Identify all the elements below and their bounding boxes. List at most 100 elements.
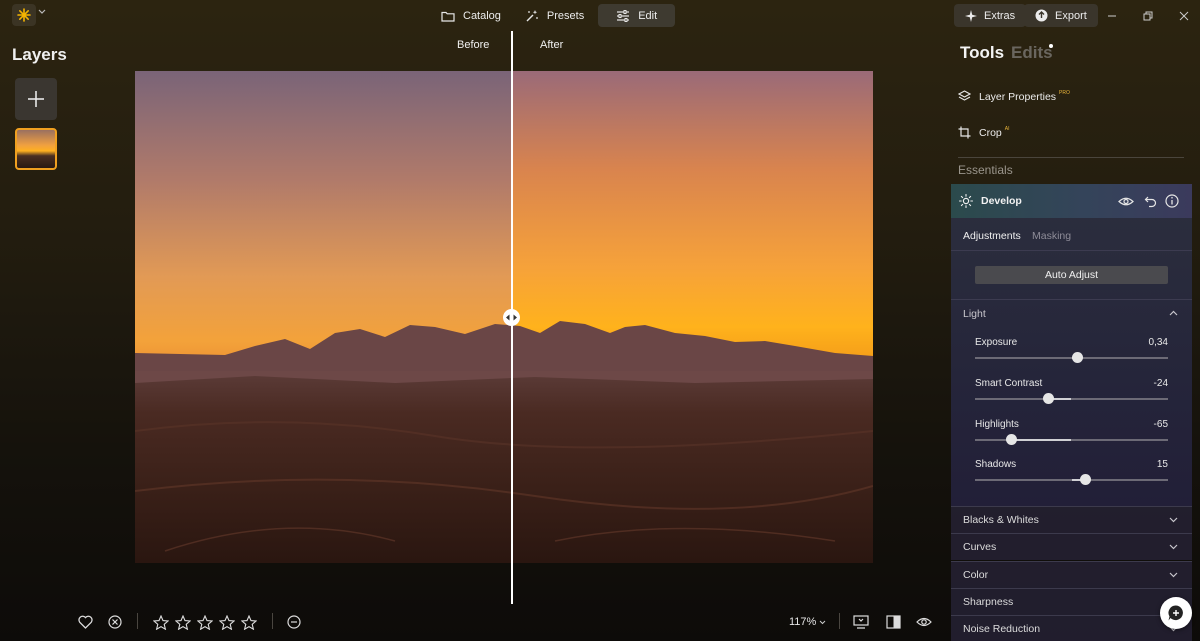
tool-layer-properties-label: Layer Properties <box>979 90 1057 103</box>
sun-icon <box>959 194 973 208</box>
slider-fill <box>1011 439 1072 441</box>
tool-layer-properties[interactable]: Layer Properties PRO <box>958 90 1070 103</box>
rating-star-3[interactable] <box>196 613 214 631</box>
slider-track[interactable] <box>975 434 1168 445</box>
zoom-control[interactable]: 117% <box>789 616 826 628</box>
star-icon <box>241 614 257 630</box>
slider-track[interactable] <box>975 474 1168 485</box>
rating-star-5[interactable] <box>240 613 258 631</box>
chevron-down-icon[interactable] <box>38 9 46 15</box>
heart-icon <box>77 615 93 629</box>
star-icon <box>153 614 169 630</box>
slider-value[interactable]: -65 <box>1154 419 1168 430</box>
rating-star-1[interactable] <box>152 613 170 631</box>
section-noise-reduction[interactable]: Noise Reduction <box>951 615 1192 641</box>
slider-track[interactable] <box>975 393 1168 404</box>
drag-arrows-icon <box>506 314 517 321</box>
restore-button[interactable] <box>1140 8 1156 24</box>
export-icon <box>1035 9 1048 22</box>
slider-thumb[interactable] <box>1071 352 1083 363</box>
section-divider <box>958 157 1184 158</box>
extras-button[interactable]: Extras <box>954 4 1027 27</box>
star-icon <box>197 614 213 630</box>
reset-button[interactable] <box>1142 193 1158 209</box>
compare-view-button[interactable] <box>884 613 902 631</box>
slider-label: Highlights <box>975 419 1019 430</box>
fit-view-button[interactable] <box>852 613 870 631</box>
slider-value[interactable]: 15 <box>1157 459 1168 470</box>
chevron-down-icon <box>1169 572 1178 578</box>
plus-icon <box>28 91 44 107</box>
info-button[interactable] <box>1164 193 1180 209</box>
layers-title: Layers <box>12 45 67 64</box>
extras-label: Extras <box>984 9 1016 22</box>
tab-catalog[interactable]: Catalog <box>431 4 511 27</box>
section-label: Color <box>963 569 989 581</box>
add-layer-button[interactable] <box>15 78 57 120</box>
close-window-button[interactable] <box>1176 8 1192 24</box>
before-label: Before <box>457 39 490 51</box>
layer-thumbnail[interactable] <box>15 128 57 170</box>
slider-thumb[interactable] <box>1042 393 1054 404</box>
minimize-button[interactable] <box>1104 8 1120 24</box>
star-icon <box>175 614 191 630</box>
light-section-heading[interactable]: Light <box>963 308 986 320</box>
chevron-down-icon <box>819 620 826 624</box>
chat-support-button[interactable] <box>1160 597 1192 629</box>
reject-circle-icon <box>108 615 122 629</box>
tab-edit[interactable]: Edit <box>598 4 676 27</box>
bottom-divider <box>839 613 840 629</box>
rating-star-4[interactable] <box>218 613 236 631</box>
develop-panel: Develop Adjustments Masking Auto Adjust … <box>951 184 1192 506</box>
essentials-heading: Essentials <box>958 163 1013 177</box>
toggle-visibility-button[interactable] <box>1118 193 1134 209</box>
slider-thumb[interactable] <box>1079 474 1091 485</box>
section-curves[interactable]: Curves <box>951 533 1192 560</box>
more-button[interactable] <box>285 613 303 631</box>
export-label: Export <box>1055 9 1087 22</box>
slider-track[interactable] <box>975 352 1168 363</box>
zoom-value: 117% <box>789 616 817 628</box>
restore-icon <box>1143 11 1153 21</box>
section-color[interactable]: Color <box>951 561 1192 588</box>
split-view-icon <box>885 615 901 629</box>
preview-button[interactable] <box>915 613 933 631</box>
tab-presets[interactable]: Presets <box>515 4 594 27</box>
folder-icon <box>441 11 455 22</box>
info-icon <box>1165 194 1179 208</box>
tab-catalog-label: Catalog <box>463 9 501 22</box>
fit-screen-icon <box>853 615 869 629</box>
section-label: Blacks & Whites <box>963 514 1039 526</box>
slider-value[interactable]: -24 <box>1154 378 1168 389</box>
bottom-divider <box>137 613 138 629</box>
app-logo-button[interactable] <box>12 4 36 26</box>
export-button[interactable]: Export <box>1024 4 1098 27</box>
tab-masking[interactable]: Masking <box>1032 230 1071 242</box>
slider-value[interactable]: 0,34 <box>1149 337 1168 348</box>
tool-crop[interactable]: Crop AI <box>958 126 1010 139</box>
rating-star-2[interactable] <box>174 613 192 631</box>
develop-header[interactable]: Develop <box>951 184 1192 218</box>
favorite-button[interactable] <box>76 613 94 631</box>
tab-adjustments[interactable]: Adjustments <box>963 230 1021 242</box>
section-sharpness[interactable]: Sharpness <box>951 588 1192 615</box>
chevron-up-icon[interactable] <box>1169 310 1178 316</box>
tool-crop-label: Crop <box>979 126 1002 139</box>
tab-edits[interactable]: Edits <box>1011 43 1053 63</box>
chat-bubble-icon <box>1168 605 1183 621</box>
main-nav: Catalog Presets Edit <box>431 4 676 27</box>
compare-handle[interactable] <box>503 309 520 326</box>
eye-icon <box>1118 197 1134 205</box>
ai-badge: AI <box>1004 125 1010 132</box>
magic-wand-icon <box>526 9 538 21</box>
auto-adjust-button[interactable]: Auto Adjust <box>975 266 1168 284</box>
pro-badge: PRO <box>1059 89 1070 96</box>
section-blacks-whites[interactable]: Blacks & Whites <box>951 506 1192 533</box>
tab-presets-label: Presets <box>546 9 585 22</box>
develop-title: Develop <box>981 195 1022 207</box>
slider-thumb[interactable] <box>1006 434 1018 445</box>
reject-button[interactable] <box>106 613 124 631</box>
tab-tools[interactable]: Tools <box>960 43 1004 63</box>
top-bar: Catalog Presets Edit Extras Export <box>0 0 1200 31</box>
sliders-icon <box>617 9 630 22</box>
